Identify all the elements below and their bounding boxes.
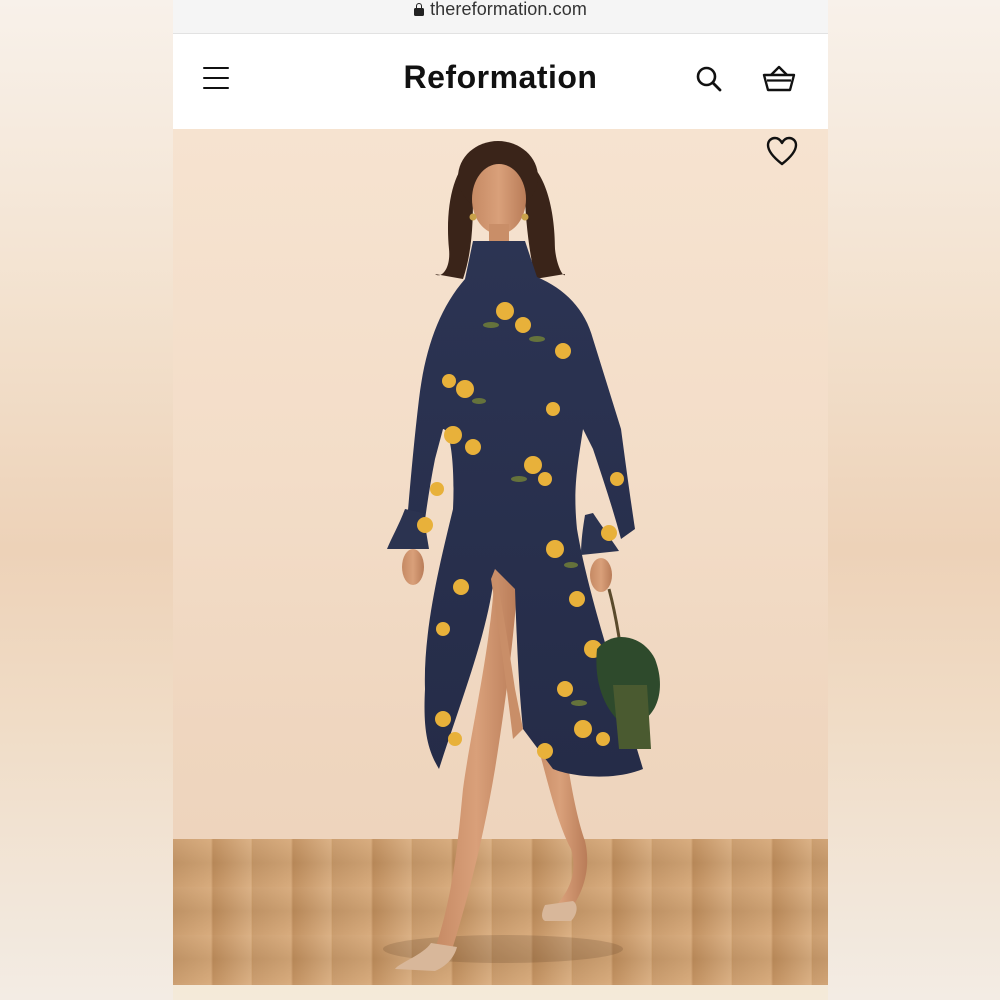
search-icon[interactable] <box>695 65 723 93</box>
product-hero-image[interactable] <box>173 129 828 985</box>
left-backdrop <box>0 0 173 1000</box>
lock-icon <box>414 3 425 16</box>
heart-icon[interactable] <box>765 135 799 167</box>
phone-screen: thereformation.com Reformation <box>173 0 828 985</box>
basket-icon[interactable] <box>762 65 796 93</box>
right-backdrop <box>828 0 1000 1000</box>
browser-url-bar[interactable]: thereformation.com <box>173 0 828 34</box>
site-logo[interactable]: Reformation <box>173 59 828 96</box>
site-header: Reformation <box>173 35 828 129</box>
url-text[interactable]: thereformation.com <box>430 0 587 20</box>
model-photo <box>383 141 660 971</box>
